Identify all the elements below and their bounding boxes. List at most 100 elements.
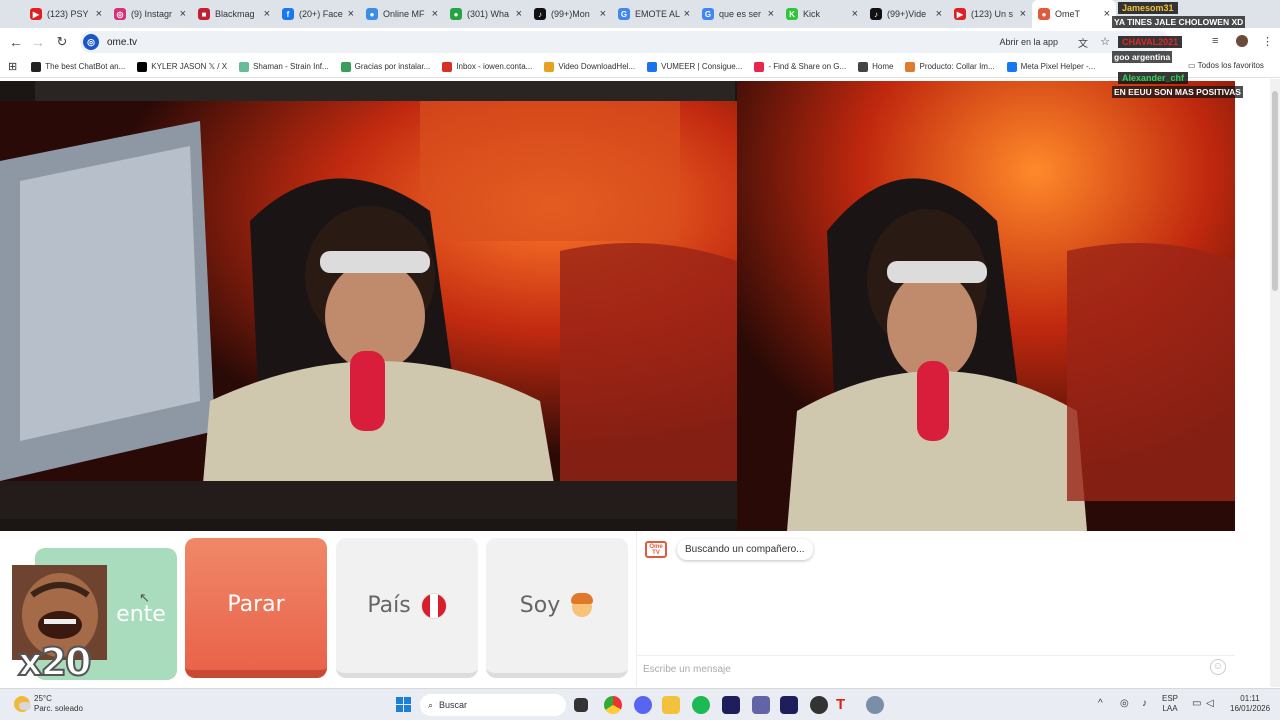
browser-tab[interactable]: ♪ (99+)Mon × (528, 0, 612, 28)
tab-favicon-icon: ■ (198, 8, 210, 20)
bookmark-label: Home (872, 62, 894, 71)
tab-close-icon[interactable]: × (768, 8, 774, 20)
tab-close-icon[interactable]: × (96, 8, 102, 20)
bookmark-item[interactable]: Video DownloadHel... (544, 61, 635, 72)
tab-favicon-icon: G (618, 8, 630, 20)
browser-tab[interactable]: ♪ (99+)Vide × (864, 0, 948, 28)
bookmark-item[interactable]: The best ChatBot an... (31, 61, 125, 72)
back-icon[interactable]: ← (4, 34, 28, 50)
meme-multiplier: x20 (17, 639, 92, 685)
tab-close-icon[interactable]: × (180, 8, 186, 20)
chrome-icon[interactable] (604, 696, 622, 714)
obs-icon[interactable] (810, 696, 828, 714)
settings-gear-icon[interactable] (866, 696, 884, 714)
spotify-icon[interactable] (692, 696, 710, 714)
browser-tab[interactable]: ● (301) Wha × (444, 0, 528, 28)
file-explorer-icon[interactable] (662, 696, 680, 714)
teams-icon[interactable] (752, 696, 770, 714)
video-area (0, 81, 1235, 531)
browser-tab[interactable]: K Kick × (780, 0, 864, 28)
bookmark-item[interactable]: Gracias por instalar... (340, 61, 431, 72)
tab-close-icon[interactable]: × (264, 8, 270, 20)
tray-chevron-icon[interactable]: ^ (1098, 699, 1103, 709)
tab-close-icon[interactable]: × (684, 8, 690, 20)
country-button[interactable]: País (336, 538, 478, 678)
task-view-icon[interactable] (574, 698, 588, 712)
browser-tab[interactable]: ◎ (9) Instagr × (108, 0, 192, 28)
browser-tab-strip: ▶ (123) PSY × ◎ (9) Instagr × ■ Blackmag × f (20+)… (0, 0, 1280, 28)
browser-tab[interactable]: ▶ (123) Un s × (948, 0, 1032, 28)
bookmark-item[interactable]: VUMEER | Consigue... (647, 61, 742, 72)
weather-widget[interactable]: 25°C Parc. soleado (14, 694, 83, 714)
overlay-chat-message: YA TINES JALE CHOLOWEN XD (1112, 16, 1246, 28)
bookmark-favicon-icon (239, 61, 250, 72)
browser-tab[interactable]: ■ Blackmag × (192, 0, 276, 28)
tab-close-icon[interactable]: × (852, 8, 858, 20)
bookmark-label: Gracias por instalar... (354, 62, 431, 71)
taskbar-search[interactable]: ⌕ Buscar (420, 694, 566, 716)
gender-button[interactable]: Soy (486, 538, 628, 678)
apps-grid-icon[interactable]: ⊞ (8, 60, 17, 73)
browser-tab[interactable]: ● OmeT × (1032, 0, 1116, 28)
text-app-icon[interactable]: T (836, 696, 854, 714)
tab-favicon-icon: ● (450, 8, 462, 20)
tab-title: (9) Instagr (131, 9, 173, 19)
browser-tab[interactable]: ● Online MF × (360, 0, 444, 28)
browser-tab[interactable]: G EMOTE AL × (612, 0, 696, 28)
menu-icon[interactable]: ⋮ (1262, 35, 1273, 48)
weather-condition: Parc. soleado (34, 704, 83, 713)
tray-app-icon[interactable]: ◎ (1120, 699, 1129, 709)
bookmark-item[interactable]: Shaman - Strain Inf... (239, 61, 329, 72)
after-effects-icon[interactable] (780, 696, 798, 714)
tab-favicon-icon: ● (1038, 8, 1050, 20)
bookmark-item[interactable]: Meta Pixel Helper -... (1006, 61, 1095, 72)
tab-close-icon[interactable]: × (600, 8, 606, 20)
tab-close-icon[interactable]: × (516, 8, 522, 20)
volume-icon[interactable]: ◁ (1206, 699, 1214, 709)
media-control-icon[interactable]: ≡ (1212, 35, 1218, 47)
reload-icon[interactable]: ↻ (50, 34, 74, 50)
translate-icon[interactable]: 文 (1078, 35, 1088, 50)
bookmark-item[interactable]: - Find & Share on G... (754, 61, 847, 72)
forward-icon[interactable]: → (26, 34, 50, 50)
discord-icon[interactable] (634, 696, 652, 714)
bookmark-item[interactable]: Producto: Collar Im... (905, 61, 995, 72)
bookmark-label: Inbox - iowen.conta... (456, 62, 533, 71)
scrollbar-thumb[interactable] (1272, 91, 1278, 291)
open-in-app-button[interactable]: Abrir en la app (999, 37, 1058, 47)
page-scrollbar[interactable] (1270, 79, 1280, 687)
browser-tab[interactable]: Gque es ser × (696, 0, 780, 28)
bookmark-item[interactable]: KYLER JASON 𝕏 / X (137, 61, 227, 72)
profile-avatar[interactable] (1236, 35, 1248, 47)
taskbar-search-label: Buscar (439, 700, 468, 710)
stop-button[interactable]: Parar (185, 538, 327, 678)
tab-close-icon[interactable]: × (936, 8, 942, 20)
language-indicator[interactable]: ESP LAA (1162, 694, 1178, 714)
url-text[interactable]: ome.tv (107, 37, 137, 48)
bookmark-favicon-icon (1006, 61, 1017, 72)
browser-tab[interactable]: ▶ (123) PSY × (24, 0, 108, 28)
network-icon[interactable]: ▭ (1192, 699, 1201, 709)
all-bookmarks-folder[interactable]: ▭ Todos los favoritos (1188, 61, 1264, 70)
emoji-icon[interactable]: ☺ (1210, 659, 1226, 675)
tab-close-icon[interactable]: × (432, 8, 438, 20)
clock[interactable]: 01:11 16/01/2026 (1230, 694, 1270, 714)
bookmark-item[interactable]: Home (858, 61, 894, 72)
tab-close-icon[interactable]: × (1104, 8, 1110, 20)
site-info-icon[interactable]: ◎ (83, 34, 99, 50)
bookmark-label: Producto: Collar Im... (919, 62, 995, 71)
bookmark-label: - Find & Share on G... (768, 62, 847, 71)
address-bar[interactable]: ◎ ome.tv Abrir en la app 文 ☆ (80, 31, 1170, 53)
bookmark-item[interactable]: Inbox - iowen.conta... (442, 61, 533, 72)
mouse-cursor-icon: ↖ (139, 590, 150, 605)
tab-close-icon[interactable]: × (348, 8, 354, 20)
tab-close-icon[interactable]: × (1020, 8, 1026, 20)
message-input[interactable]: Escribe un mensaje (637, 655, 1235, 683)
tab-title: (20+) Face (299, 9, 343, 19)
premiere-icon[interactable] (722, 696, 740, 714)
microphone-icon[interactable]: ♪ (1142, 699, 1147, 709)
tab-title: (123) PSY (47, 9, 89, 19)
windows-start-icon[interactable] (396, 697, 412, 713)
bookmark-star-icon[interactable]: ☆ (1100, 35, 1110, 48)
browser-tab[interactable]: f (20+) Face × (276, 0, 360, 28)
